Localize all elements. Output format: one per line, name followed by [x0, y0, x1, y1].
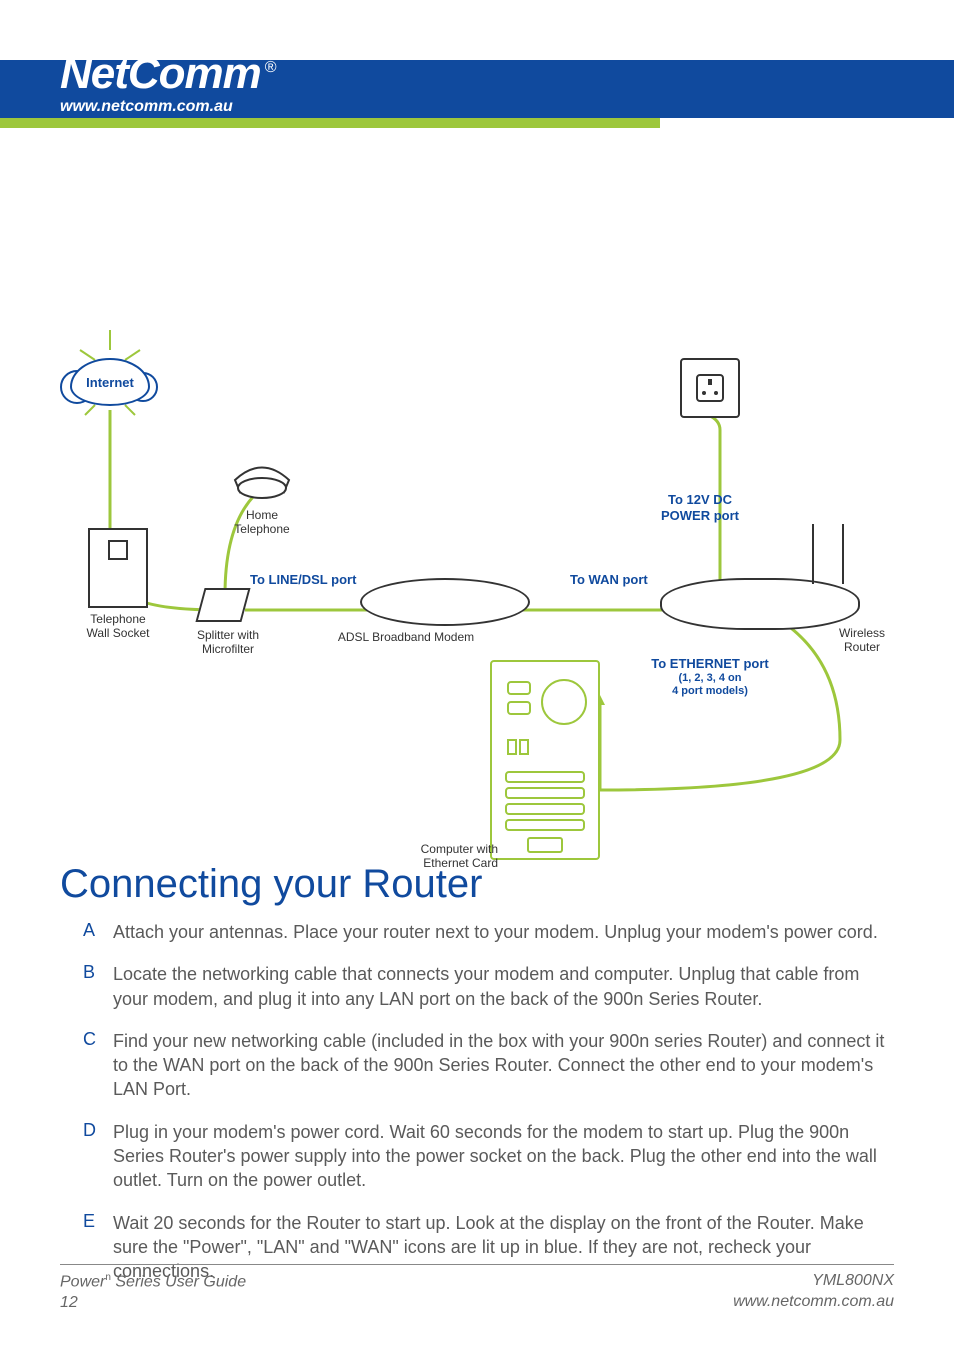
footer-url: www.netcomm.com.au [733, 1293, 894, 1310]
registered-mark: ® [265, 59, 276, 76]
step-text: Locate the networking cable that connect… [113, 962, 891, 1011]
step-item: A Attach your antennas. Place your route… [83, 920, 891, 944]
steps-list: A Attach your antennas. Place your route… [83, 920, 891, 1302]
to-ethernet-main: To ETHERNET port [651, 656, 768, 671]
internet-label: Internet [86, 375, 134, 390]
page-footer: Powern Series User Guide 12 YML800NX www… [60, 1264, 894, 1314]
brand-url: www.netcomm.com.au [60, 98, 276, 116]
wall-socket-label: Telephone Wall Socket [78, 612, 158, 641]
step-item: D Plug in your modem's power cord. Wait … [83, 1120, 891, 1193]
to-ethernet-label: To ETHERNET port (1, 2, 3, 4 on 4 port m… [630, 656, 790, 698]
modem-label: ADSL Broadband Modem [326, 630, 486, 644]
modem-icon [360, 578, 530, 626]
brand-logo: NetComm® www.netcomm.com.au [60, 52, 276, 116]
header-accent [0, 118, 660, 128]
step-letter: C [83, 1029, 113, 1102]
page-title: Connecting your Router [60, 862, 482, 907]
to-power-label: To 12V DC POWER port [640, 492, 760, 523]
telephone-icon [230, 440, 294, 500]
brand-text: NetComm [60, 49, 261, 98]
step-text: Find your new networking cable (included… [113, 1029, 891, 1102]
to-wan-label: To WAN port [570, 572, 648, 588]
brand-name: NetComm® [60, 52, 276, 96]
splitter-label: Splitter with Microfilter [188, 628, 268, 657]
step-letter: A [83, 920, 113, 944]
page-header: NetComm® www.netcomm.com.au [0, 0, 954, 130]
footer-model: YML800NX [812, 1272, 894, 1289]
to-line-dsl-label: To LINE/DSL port [250, 572, 356, 588]
footer-left: Powern Series User Guide 12 [60, 1271, 246, 1314]
step-item: B Locate the networking cable that conne… [83, 962, 891, 1011]
footer-page-number: 12 [60, 1294, 78, 1311]
router-icon [660, 578, 860, 630]
step-letter: B [83, 962, 113, 1011]
footer-guide-prefix: Power [60, 1273, 105, 1290]
footer-guide-rest: Series User Guide [111, 1273, 246, 1290]
router-label: Wireless Router [832, 626, 892, 655]
step-item: C Find your new networking cable (includ… [83, 1029, 891, 1102]
to-ethernet-sub: (1, 2, 3, 4 on 4 port models) [630, 672, 790, 698]
wall-socket-icon [88, 528, 148, 608]
step-text: Plug in your modem's power cord. Wait 60… [113, 1120, 891, 1193]
step-letter: D [83, 1120, 113, 1193]
computer-icon [490, 660, 600, 860]
step-text: Attach your antennas. Place your router … [113, 920, 878, 944]
footer-right: YML800NX www.netcomm.com.au [733, 1271, 894, 1314]
connection-diagram: Internet Home Telephone Telephone Wall S… [60, 320, 894, 880]
power-socket-icon [680, 358, 740, 418]
splitter-icon [195, 588, 250, 622]
home-telephone-label: Home Telephone [232, 508, 292, 537]
